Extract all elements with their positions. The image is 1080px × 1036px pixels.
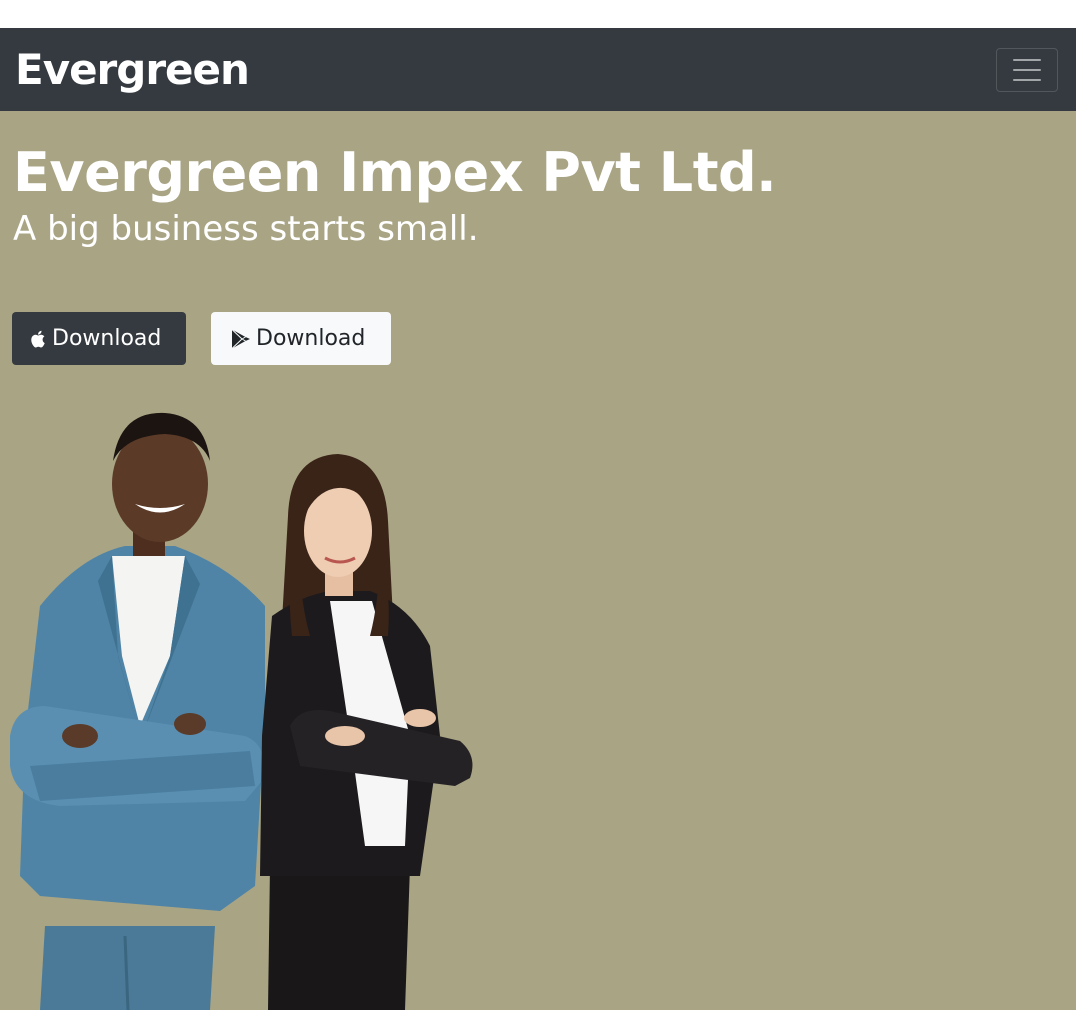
google-play-button-label: Download [256, 326, 366, 351]
hero-section: Evergreen Impex Pvt Ltd. A big business … [0, 111, 1076, 1010]
navbar-toggler-button[interactable] [996, 47, 1058, 92]
man-figure [10, 412, 265, 1010]
hero-title: Evergreen Impex Pvt Ltd. [13, 141, 777, 204]
app-store-button-label: Download [52, 326, 162, 351]
hero-subtitle: A big business starts small. [13, 209, 479, 249]
google-play-download-button[interactable]: Download [211, 312, 391, 365]
apple-icon [30, 329, 48, 349]
hamburger-menu-icon [1013, 58, 1041, 61]
navbar: Evergreen [0, 28, 1076, 111]
app-store-download-button[interactable]: Download [12, 312, 186, 365]
hamburger-bar [1013, 68, 1041, 71]
woman-figure [260, 454, 473, 1010]
page: Evergreen Evergreen Impex Pvt Ltd. A big… [0, 0, 1080, 1036]
google-play-icon [230, 328, 252, 350]
hamburger-bar [1013, 78, 1041, 81]
business-people-image [10, 412, 473, 1010]
brand-logo[interactable]: Evergreen [15, 45, 250, 94]
